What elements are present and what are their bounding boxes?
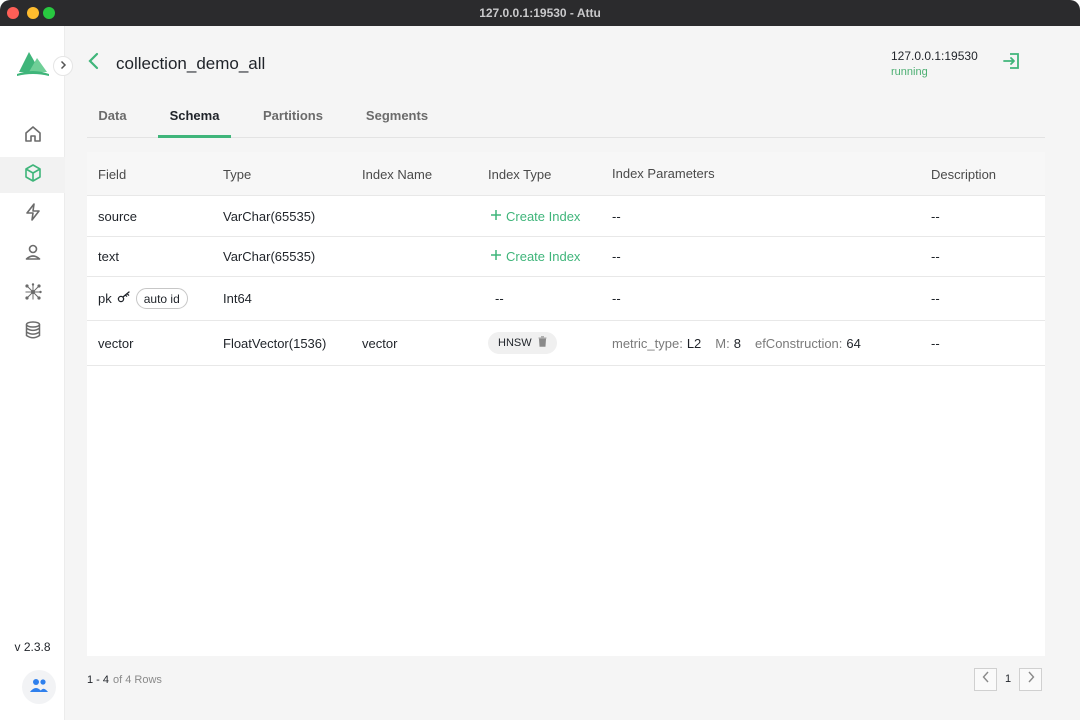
column-header-index-type[interactable]: Index Type (488, 152, 551, 196)
logout-button[interactable] (1001, 52, 1023, 74)
field-name: source (98, 208, 138, 224)
field-description: -- (931, 291, 940, 306)
tab-data[interactable]: Data (87, 98, 138, 138)
auto-id-chip: auto id (135, 288, 188, 309)
index-type-cell: HNSW (488, 321, 557, 365)
index-type: -- (495, 291, 504, 306)
field-type: Int64 (223, 291, 252, 306)
pagination-range: 1 - 4 (87, 674, 110, 686)
tab-partitions[interactable]: Partitions (253, 98, 333, 138)
create-index-button[interactable]: Create Index (490, 196, 580, 236)
column-header-field[interactable]: Field (98, 152, 126, 196)
plus-icon (490, 209, 502, 224)
chevron-left-icon (982, 670, 990, 688)
sidebar-item-home[interactable] (0, 118, 65, 154)
table-row: vector FloatVector(1536) vector HNSW met… (87, 321, 1045, 366)
column-header-description[interactable]: Description (931, 152, 996, 196)
pagination-total: of 4 Rows (113, 674, 162, 686)
lightning-icon (23, 202, 43, 227)
field-name: pk (98, 291, 112, 306)
database-icon (23, 320, 43, 345)
table-row: text VarChar(65535) Create Index -- -- (87, 237, 1045, 277)
field-type: VarChar(65535) (223, 249, 316, 264)
param-value: L2 (686, 335, 702, 351)
chevron-right-icon (58, 57, 68, 75)
sidebar-collapse-button[interactable] (53, 56, 73, 76)
create-index-label: Create Index (506, 208, 581, 224)
previous-page-button[interactable] (974, 667, 997, 691)
window-titlebar: 127.0.0.1:19530 - Attu (0, 0, 1080, 26)
main-content: collection_demo_all 127.0.0.1:19530 runn… (65, 26, 1080, 720)
current-page[interactable]: 1 (997, 668, 1019, 691)
chevron-right-icon (1027, 670, 1035, 688)
delete-index-icon[interactable] (538, 336, 547, 350)
page-header: collection_demo_all 127.0.0.1:19530 runn… (65, 26, 1080, 98)
param-value: 8 (733, 335, 741, 351)
chevron-left-icon (87, 52, 99, 75)
table-row: source VarChar(65535) Create Index -- -- (87, 196, 1045, 237)
column-header-index-name[interactable]: Index Name (362, 152, 432, 196)
plus-icon (490, 249, 502, 264)
column-header-type[interactable]: Type (223, 152, 251, 196)
sidebar-item-search[interactable] (0, 196, 65, 232)
param-key: M: (715, 335, 730, 351)
field-description: -- (931, 335, 940, 351)
schema-table: Field Type Index Name Index Type Index P… (87, 152, 1045, 656)
server-status: running (891, 66, 928, 78)
index-name: vector (362, 335, 398, 351)
sidebar: v 2.3.8 (0, 26, 65, 720)
field-name: text (98, 249, 119, 264)
index-parameters: -- (612, 249, 621, 264)
back-button[interactable] (85, 52, 101, 75)
user-icon (23, 242, 43, 267)
table-header: Field Type Index Name Index Type Index P… (87, 152, 1045, 196)
pagination-info: 1 - 4 of 4 Rows (87, 674, 162, 686)
users-icon (29, 677, 49, 698)
field-type: FloatVector(1536) (223, 335, 327, 351)
attu-logo-icon (15, 46, 51, 78)
index-parameters: -- (612, 291, 621, 306)
param-key: efConstruction: (754, 335, 843, 351)
index-type-chip: HNSW (488, 332, 557, 354)
pagination: 1 (974, 667, 1042, 691)
sidebar-item-system[interactable] (0, 276, 65, 312)
network-icon (23, 282, 43, 307)
server-address: 127.0.0.1:19530 (891, 49, 978, 63)
home-icon (23, 124, 43, 149)
param-value: 64 (846, 335, 861, 351)
create-index-button[interactable]: Create Index (490, 237, 580, 276)
column-header-index-parameters[interactable]: Index Parameters (612, 152, 715, 196)
field-description: -- (931, 208, 940, 224)
sidebar-item-users[interactable] (0, 236, 65, 272)
index-type: HNSW (498, 337, 532, 349)
collection-cube-icon (23, 163, 43, 188)
sidebar-item-collections[interactable] (0, 157, 65, 193)
field-description: -- (931, 249, 940, 264)
collection-tabs: Data Schema Partitions Segments (87, 98, 1045, 138)
param-key: metric_type: (612, 335, 683, 351)
tab-segments[interactable]: Segments (357, 98, 437, 138)
create-index-label: Create Index (506, 249, 581, 264)
next-page-button[interactable] (1019, 667, 1042, 691)
sidebar-item-database[interactable] (0, 314, 65, 350)
page-title: collection_demo_all (116, 54, 266, 73)
user-menu-button[interactable] (22, 670, 56, 704)
primary-key-icon (117, 291, 131, 306)
tab-schema[interactable]: Schema (158, 98, 231, 138)
field-type: VarChar(65535) (223, 208, 316, 224)
field-name-cell: pk auto id (98, 277, 188, 320)
window-title: 127.0.0.1:19530 - Attu (479, 6, 601, 20)
logout-icon (1002, 51, 1022, 76)
field-name: vector (98, 335, 134, 351)
table-row: pk auto id Int64 -- -- -- (87, 277, 1045, 321)
index-parameters: -- (612, 208, 621, 224)
index-parameters: metric_type: L2 M: 8 efConstruction: 64 (612, 321, 875, 365)
app-version: v 2.3.8 (14, 640, 51, 654)
